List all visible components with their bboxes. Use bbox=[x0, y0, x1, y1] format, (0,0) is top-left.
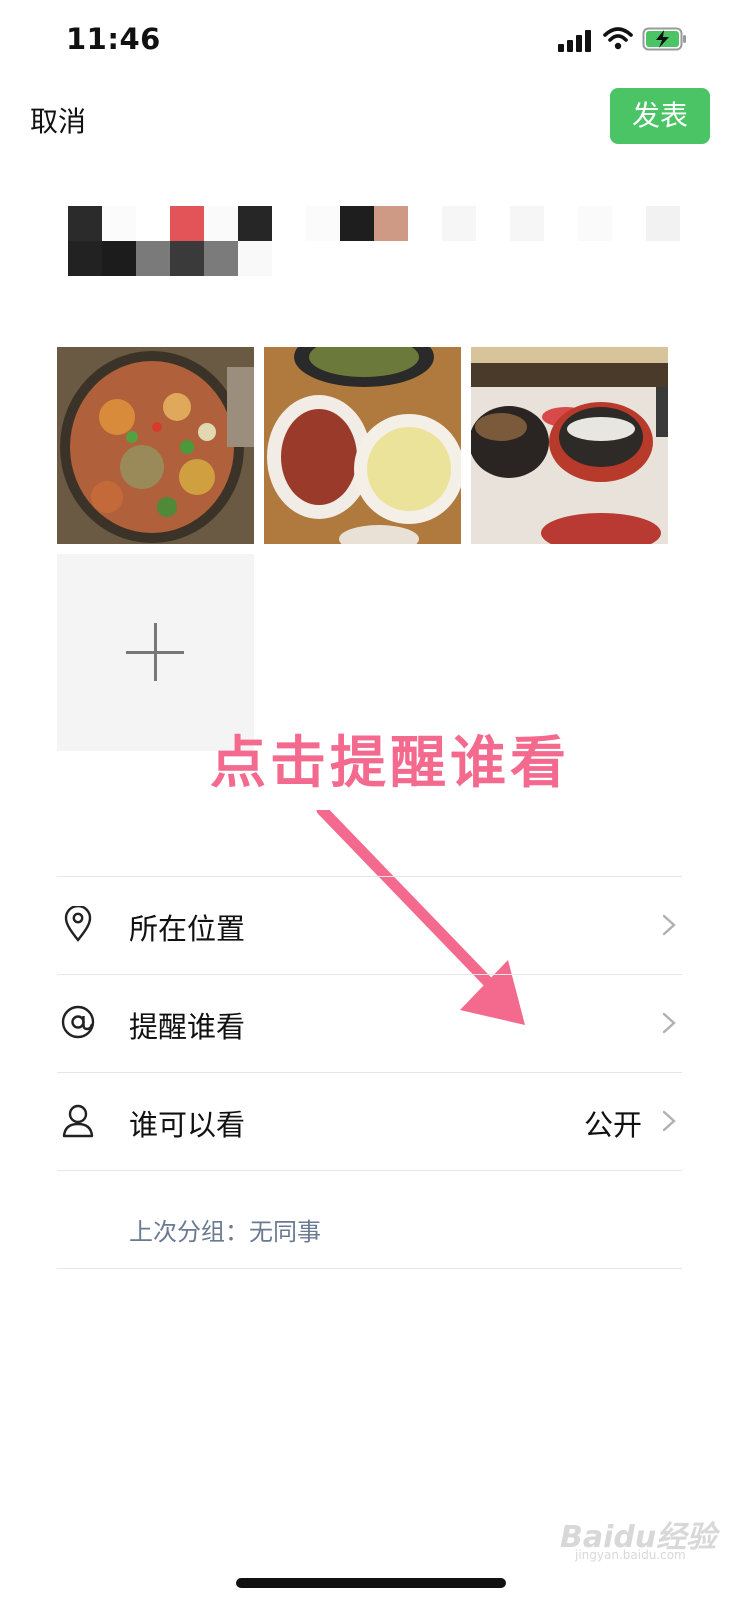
seafood-platter-image bbox=[57, 347, 254, 544]
chevron-right-icon bbox=[662, 914, 676, 936]
status-time: 11:46 bbox=[66, 22, 161, 56]
caption-text-pixelated[interactable] bbox=[68, 206, 688, 276]
location-row[interactable]: 所在位置 bbox=[57, 876, 682, 976]
location-label: 所在位置 bbox=[129, 912, 246, 946]
mention-label: 提醒谁看 bbox=[129, 1010, 246, 1044]
visibility-value: 公开 bbox=[583, 1108, 642, 1142]
photo-thumbnail[interactable] bbox=[57, 347, 254, 544]
dinner-table-image bbox=[264, 347, 461, 544]
person-icon bbox=[62, 1104, 94, 1138]
mention-row[interactable]: 提醒谁看 bbox=[57, 974, 682, 1074]
top-bar: 取消 发表 bbox=[0, 86, 739, 146]
visibility-label: 谁可以看 bbox=[129, 1108, 246, 1142]
photo-thumbnail[interactable] bbox=[471, 347, 668, 544]
status-bar: 11:46 bbox=[0, 0, 739, 80]
restaurant-dishes-image bbox=[471, 347, 668, 544]
photo-thumbnail[interactable] bbox=[264, 347, 461, 544]
baidu-watermark-url: jingyan.baidu.com bbox=[575, 1548, 686, 1562]
visibility-row[interactable]: 谁可以看 公开 bbox=[57, 1072, 682, 1172]
last-group-hint: 上次分组：无同事 bbox=[129, 1218, 321, 1246]
chevron-right-icon bbox=[662, 1012, 676, 1034]
at-sign-icon bbox=[61, 1005, 95, 1039]
publish-button[interactable]: 发表 bbox=[610, 88, 710, 144]
location-pin-icon bbox=[64, 906, 92, 942]
wifi-icon bbox=[603, 27, 633, 50]
cellular-signal-icon bbox=[558, 30, 594, 52]
cancel-button[interactable]: 取消 bbox=[30, 100, 86, 140]
home-indicator[interactable] bbox=[236, 1578, 506, 1588]
divider bbox=[57, 1268, 682, 1269]
chevron-right-icon bbox=[662, 1110, 676, 1132]
annotation-text: 点击提醒谁看 bbox=[210, 731, 570, 796]
divider bbox=[57, 1170, 682, 1171]
battery-charging-icon bbox=[642, 27, 686, 51]
